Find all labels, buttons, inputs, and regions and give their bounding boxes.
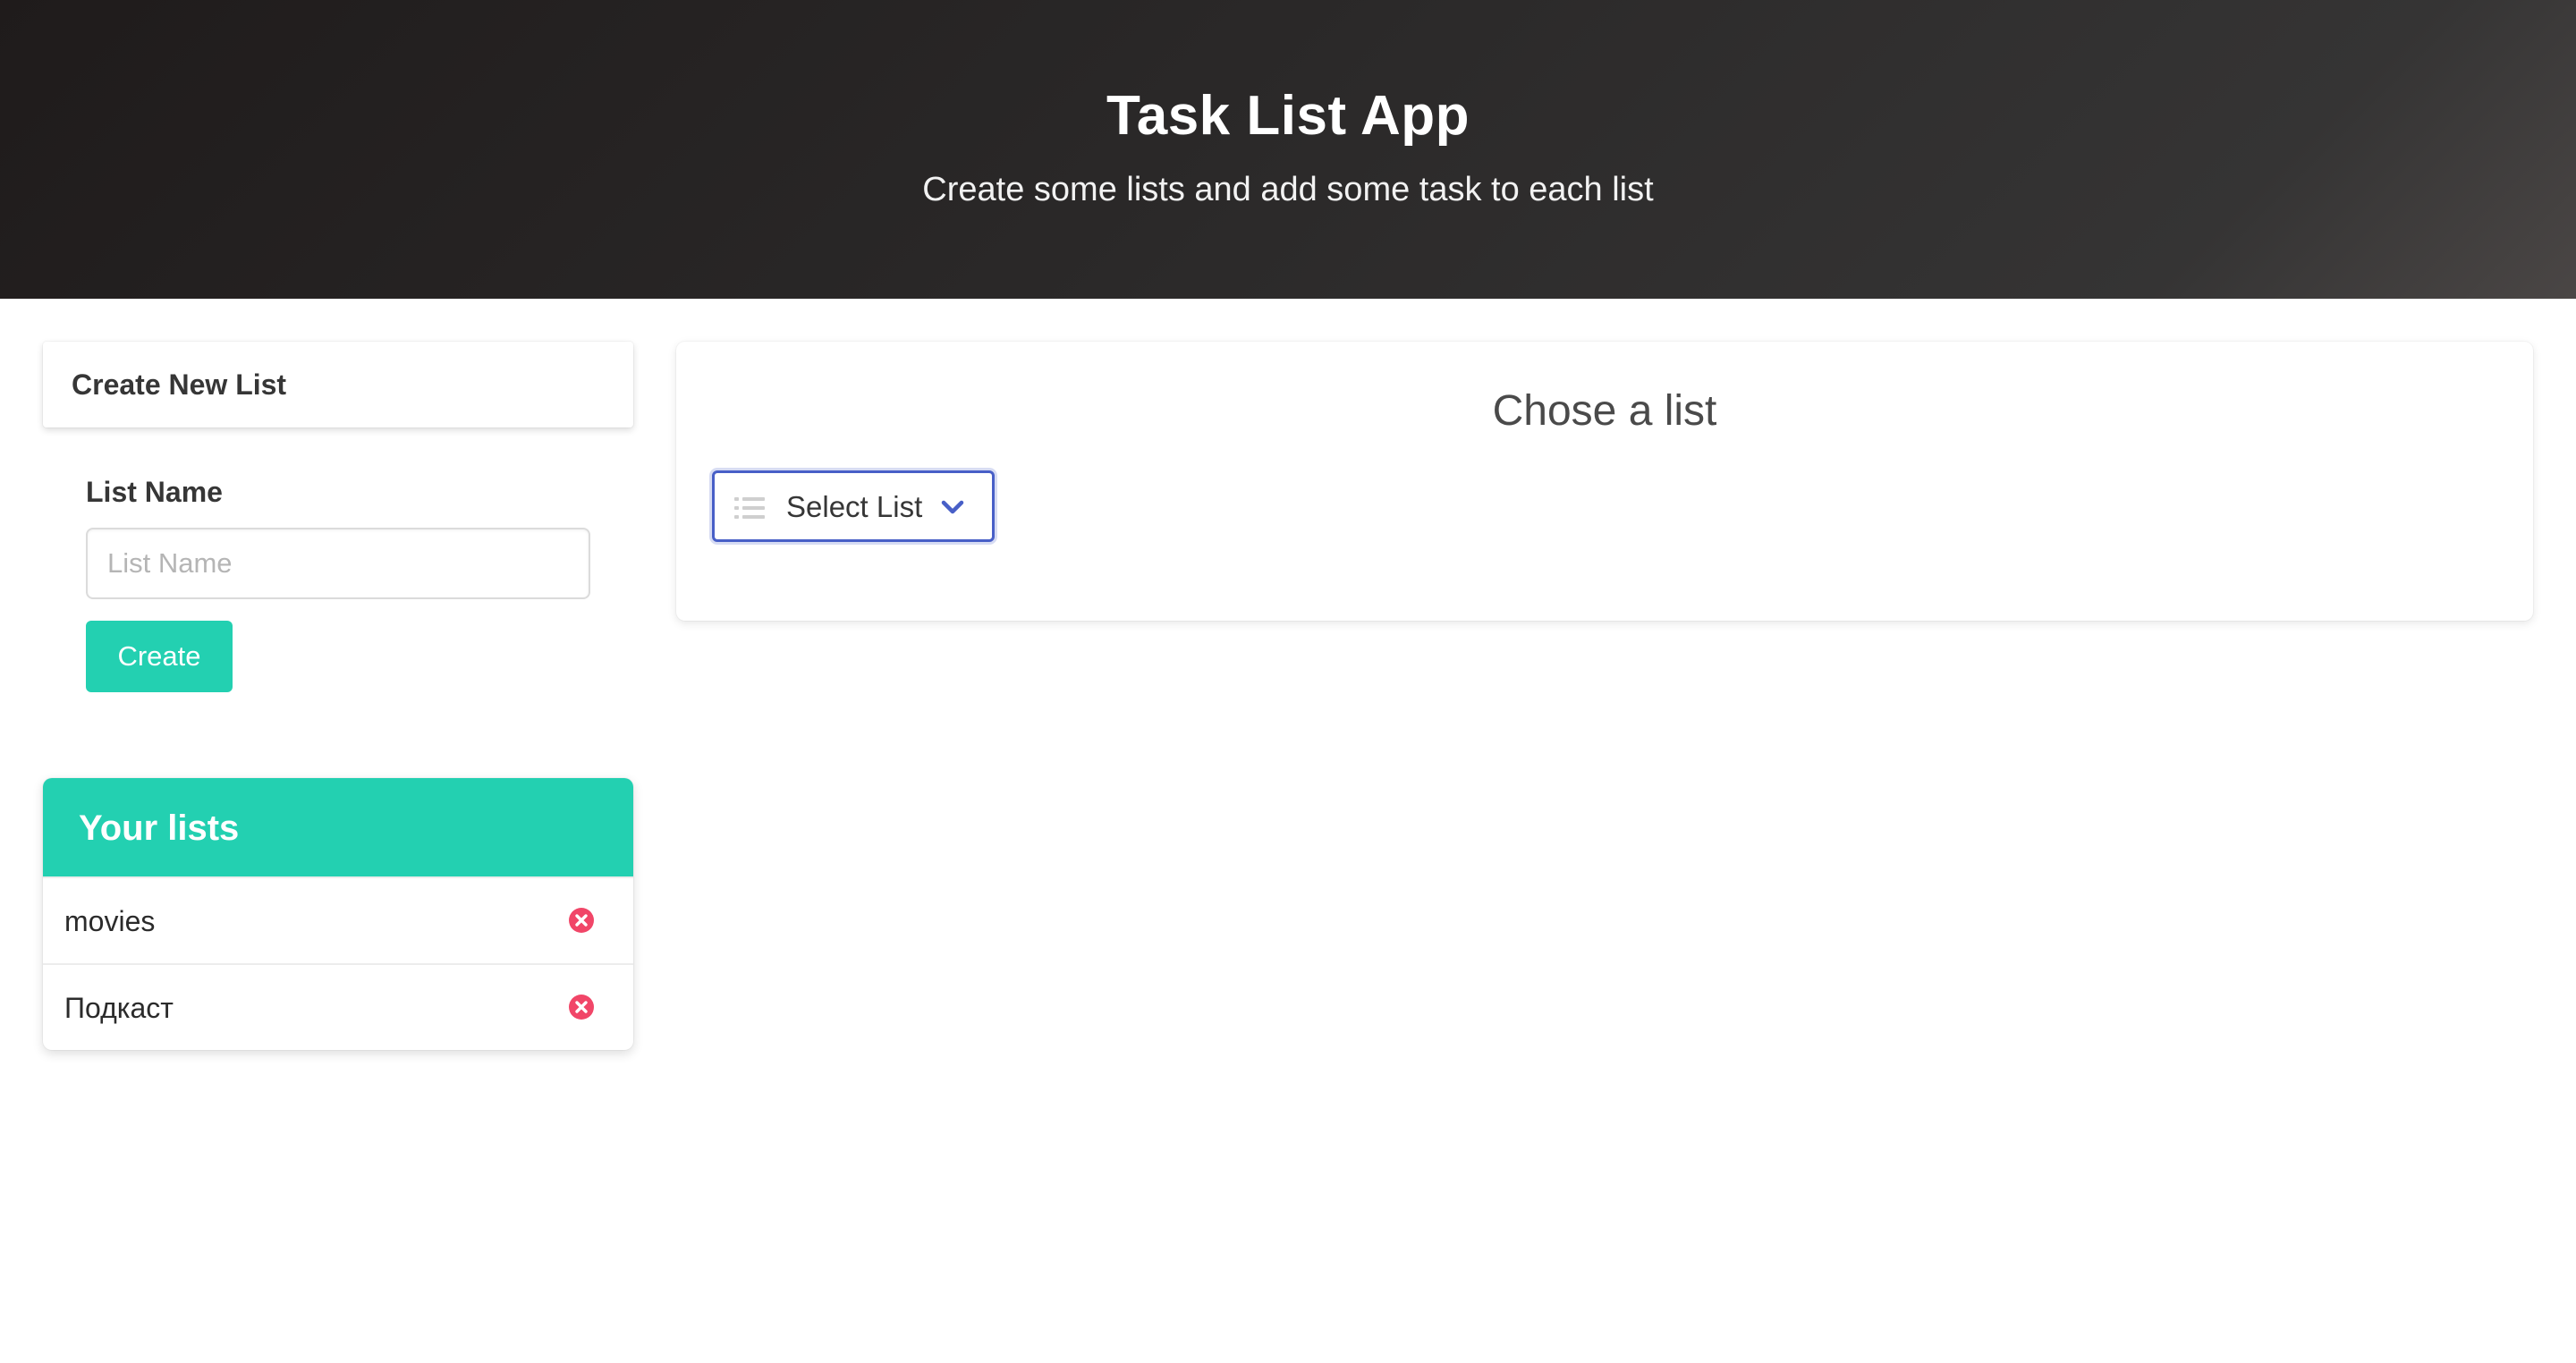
list-item[interactable]: Подкаст [43, 963, 633, 1050]
list-name-input[interactable] [86, 528, 590, 599]
hero-header: Task List App Create some lists and add … [0, 0, 2576, 299]
choose-list-card: Chose a list Select List [676, 342, 2533, 621]
select-list-label: Select List [786, 490, 923, 523]
your-lists-heading: Your lists [43, 778, 633, 876]
select-list-dropdown[interactable]: Select List [712, 470, 995, 542]
list-name-label: List Name [86, 476, 223, 508]
your-lists-panel: Your lists movies Подкаст [43, 778, 633, 1050]
list-item-label: movies [64, 905, 156, 937]
list-item-label: Подкаст [64, 992, 174, 1024]
chevron-down-icon [941, 500, 964, 514]
create-button[interactable]: Create [86, 621, 233, 692]
your-lists-heading-text: Your lists [79, 808, 240, 848]
list-item[interactable]: movies [43, 876, 633, 963]
choose-list-title: Chose a list [1492, 387, 1717, 435]
close-circle-icon[interactable] [568, 994, 595, 1020]
list-icon [734, 497, 765, 519]
create-list-card-title: Create New List [72, 368, 287, 401]
create-list-card: Create New List [43, 342, 633, 428]
app-subtitle: Create some lists and add some task to e… [922, 171, 1654, 208]
close-circle-icon[interactable] [568, 907, 595, 934]
app-title: Task List App [1106, 85, 1470, 147]
